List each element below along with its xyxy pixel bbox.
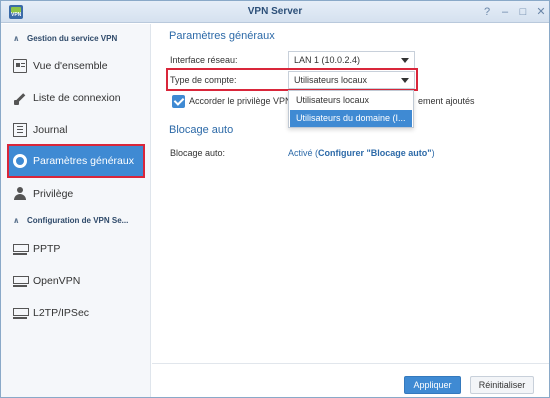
vpn-server-window: VPN VPN Server ? – □ ✕ ∧ Gestion du servi…	[0, 0, 550, 398]
sidebar-item-journal[interactable]: Journal	[9, 115, 143, 145]
journal-icon	[13, 123, 27, 137]
section-vpn-service-management[interactable]: ∧ Gestion du service VPN	[13, 32, 117, 46]
dropdown-option-domain-users[interactable]: Utilisateurs du domaine (I...	[290, 110, 412, 127]
chevron-up-icon: ∧	[13, 216, 20, 225]
select-value: Utilisateurs locaux	[294, 75, 368, 85]
section-label: Gestion du service VPN	[27, 34, 118, 43]
grant-vpn-privilege-checkbox[interactable]	[172, 95, 185, 108]
sidebar-item-label: Privilège	[33, 188, 74, 200]
chevron-down-icon	[401, 78, 409, 83]
footer-bar: Appliquer Réinitialiser	[152, 363, 549, 397]
sidebar: ∧ Gestion du service VPN Vue d'ensemble L…	[1, 24, 151, 397]
sidebar-item-connection-list[interactable]: Liste de connexion	[9, 83, 143, 113]
sidebar-item-overview[interactable]: Vue d'ensemble	[9, 51, 143, 81]
dropdown-option-local-users[interactable]: Utilisateurs locaux	[290, 92, 412, 109]
network-interface-select[interactable]: LAN 1 (10.0.2.4)	[288, 51, 415, 69]
window-title: VPN Server	[247, 6, 303, 17]
sidebar-item-label: Journal	[33, 124, 68, 136]
sidebar-item-pptp[interactable]: PPTP	[9, 234, 143, 264]
select-value: LAN 1 (10.0.2.4)	[294, 55, 361, 65]
help-button[interactable]: ?	[479, 4, 495, 20]
chevron-down-icon	[401, 58, 409, 63]
plug-icon	[13, 91, 27, 105]
network-icon	[13, 242, 29, 256]
sidebar-item-label: Paramètres généraux	[33, 155, 134, 167]
section-vpn-server-configuration[interactable]: ∧ Configuration de VPN Se...	[13, 214, 128, 228]
grant-vpn-privilege-label-tail: ement ajoutés	[418, 96, 475, 106]
sidebar-item-label: Liste de connexion	[33, 92, 121, 104]
maximize-button[interactable]: □	[515, 4, 531, 20]
auto-block-status-close: )	[431, 148, 435, 158]
user-icon	[13, 187, 27, 201]
auto-block-status-text: Activé (	[288, 148, 319, 158]
account-type-label: Type de compte:	[170, 75, 237, 85]
sidebar-item-label: L2TP/IPSec	[33, 307, 90, 319]
chevron-up-icon: ∧	[13, 34, 20, 43]
auto-block-status: Activé (Configurer "Blocage auto")	[288, 148, 435, 158]
close-button[interactable]: ✕	[533, 4, 549, 20]
account-type-select[interactable]: Utilisateurs locaux	[288, 71, 415, 89]
sidebar-item-label: OpenVPN	[33, 275, 81, 287]
sidebar-item-label: Vue d'ensemble	[33, 60, 108, 72]
account-type-dropdown-list: Utilisateurs locaux Utilisateurs du doma…	[288, 90, 414, 128]
sidebar-item-general-settings[interactable]: Paramètres généraux	[7, 144, 145, 178]
sidebar-item-l2tp-ipsec[interactable]: L2TP/IPSec	[9, 298, 143, 328]
main-panel: Paramètres généraux Interface réseau: LA…	[152, 24, 549, 397]
grant-vpn-privilege-label: Accorder le privilège VPN	[189, 96, 292, 106]
network-icon	[13, 306, 29, 320]
title-bar: VPN VPN Server ? – □ ✕	[1, 1, 549, 23]
overview-icon	[13, 59, 27, 73]
network-icon	[13, 274, 29, 288]
sidebar-item-label: PPTP	[33, 243, 61, 255]
section-title-general-settings: Paramètres généraux	[169, 30, 275, 42]
section-title-auto-block: Blocage auto	[169, 124, 234, 136]
reset-button[interactable]: Réinitialiser	[470, 376, 534, 394]
auto-block-label: Blocage auto:	[170, 148, 226, 158]
sidebar-item-privilege[interactable]: Privilège	[9, 179, 143, 209]
minimize-button[interactable]: –	[497, 4, 513, 20]
section-label: Configuration de VPN Se...	[27, 216, 129, 225]
sidebar-item-openvpn[interactable]: OpenVPN	[9, 266, 143, 296]
apply-button[interactable]: Appliquer	[404, 376, 461, 394]
gear-icon	[13, 154, 27, 168]
configure-auto-block-link[interactable]: Configurer "Blocage auto"	[318, 148, 432, 158]
network-interface-label: Interface réseau:	[170, 55, 238, 65]
